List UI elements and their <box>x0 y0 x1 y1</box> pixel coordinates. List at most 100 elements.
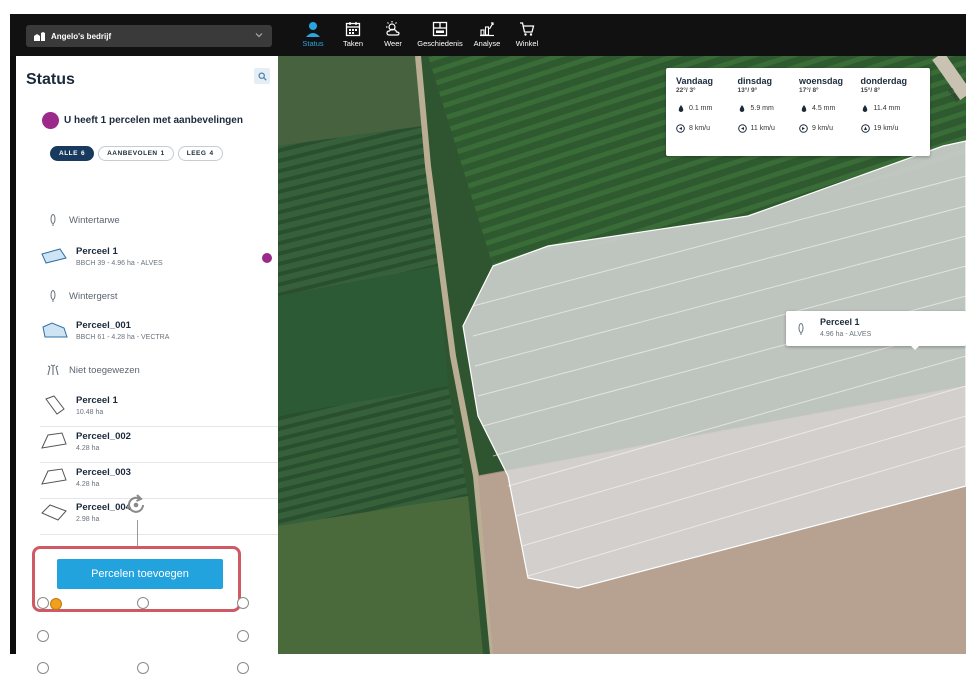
rotate-handle-icon[interactable] <box>124 493 148 517</box>
weather-wind: 11 km/u <box>737 124 800 133</box>
field-perceel-002[interactable]: Perceel_002 4.28 ha <box>40 427 278 462</box>
divider <box>40 534 278 535</box>
group-niet-toegewezen-label: Niet toegewezen <box>69 364 140 376</box>
wind-direction-icon <box>676 124 685 133</box>
weather-rain-value: 11.4 mm <box>873 105 901 112</box>
field-name: Perceel_004 <box>76 502 131 513</box>
selection-handle[interactable] <box>50 598 62 610</box>
filter-empty-count: 4 <box>209 150 214 157</box>
recommendation-dot-icon <box>42 112 59 129</box>
filter-empty-label: LEEG <box>186 150 207 157</box>
weather-rain-value: 5.9 mm <box>750 105 774 112</box>
selection-handle[interactable] <box>237 630 249 642</box>
top-bar: Angelo's bedrijf Status Taken Weer Gesch… <box>10 14 966 56</box>
nav-geschiedenis[interactable]: Geschiedenis <box>412 20 468 52</box>
field-info: 10.48 ha <box>76 409 104 416</box>
filter-all-count: 6 <box>80 150 86 157</box>
barley-icon <box>50 290 56 302</box>
raindrop-icon <box>678 104 683 112</box>
satellite-map[interactable]: Bero Vandaag 22°/ 3° 0.1 mm 8 km/u dinsd… <box>278 56 966 654</box>
weather-rain: 5.9 mm <box>738 104 800 113</box>
group-wintergerst-label: Wintergerst <box>69 290 118 302</box>
company-selector[interactable]: Angelo's bedrijf <box>26 25 272 47</box>
wind-direction-icon <box>860 124 870 133</box>
nav-analyse[interactable]: Analyse <box>466 20 508 52</box>
field-shape-icon <box>41 468 67 485</box>
wind-direction-icon <box>799 124 808 133</box>
history-icon <box>432 21 448 37</box>
filter-recommended[interactable]: AANBEVOLEN 1 <box>98 146 174 161</box>
weather-day: Vandaag 22°/ 3° 0.1 mm 8 km/u <box>676 76 738 156</box>
weather-rain-value: 4.5 mm <box>812 105 836 112</box>
selection-handle[interactable] <box>237 597 249 609</box>
raindrop-icon <box>739 104 745 112</box>
search-button[interactable] <box>254 68 270 84</box>
field-shape-icon <box>41 248 67 264</box>
nav-status[interactable]: Status <box>292 20 334 52</box>
weather-wind-value: 8 km/u <box>689 125 711 132</box>
popup-parcel-name: Perceel 1 <box>820 317 860 327</box>
filter-all-label: ALLE <box>59 150 78 157</box>
field-name: Perceel 1 <box>76 395 118 406</box>
weather-day: woensdag 17°/ 8° 4.5 mm 9 km/u <box>799 76 861 156</box>
weather-forecast-card[interactable]: Vandaag 22°/ 3° 0.1 mm 8 km/u dinsdag 13… <box>666 68 930 156</box>
field-perceel-004[interactable]: Perceel_004 2.98 ha <box>40 498 278 533</box>
unassigned-crop-icon <box>47 364 59 376</box>
field-name: Perceel_001 <box>76 320 131 331</box>
recommendation-summary[interactable]: U heeft 1 percelen met aanbevelingen <box>42 112 243 129</box>
field-shape-icon <box>42 322 68 338</box>
nav-weer-label: Weer <box>384 39 402 48</box>
filter-recommended-count: 1 <box>160 150 165 157</box>
nav-taken-label: Taken <box>342 39 363 48</box>
nav-taken[interactable]: Taken <box>332 20 374 52</box>
weather-day-name: donderdag <box>860 76 908 86</box>
weather-wind: 9 km/u <box>799 124 861 133</box>
weather-temp: 17°/ 8° <box>799 87 819 94</box>
parcel-popup[interactable]: Perceel 1 4.96 ha - ALVES <box>786 311 966 350</box>
weather-wind-value: 11 km/u <box>750 125 775 132</box>
filter-chips: ALLE 6 AANBEVOLEN 1 LEEG 4 <box>50 146 227 161</box>
weather-temp: 13°/ 9° <box>737 87 758 94</box>
wheat-icon <box>798 323 804 335</box>
calendar-icon <box>345 22 361 37</box>
nav-winkel[interactable]: Winkel <box>506 20 548 52</box>
wheat-icon <box>50 214 56 226</box>
raindrop-icon <box>862 104 868 112</box>
cart-icon <box>520 22 535 36</box>
field-name: Perceel_003 <box>76 467 131 478</box>
field-shape-icon <box>41 432 67 449</box>
filter-empty[interactable]: LEEG 4 <box>177 146 223 161</box>
field-info: BBCH 61 - 4.28 ha - VECTRA <box>76 334 170 341</box>
weather-day: dinsdag 13°/ 9° 5.9 mm 11 km/u <box>738 76 800 156</box>
selection-handle[interactable] <box>37 630 49 642</box>
selection-handle[interactable] <box>137 662 149 674</box>
weather-rain: 11.4 mm <box>861 104 923 113</box>
field-perceel-003[interactable]: Perceel_003 4.28 ha <box>40 463 278 498</box>
field-perceel-1-wintertarwe[interactable]: Perceel 1 BBCH 39 - 4.96 ha - ALVES <box>40 242 278 277</box>
nav-analyse-label: Analyse <box>473 39 501 48</box>
recommendation-dot-icon <box>262 253 272 263</box>
weather-day-name: dinsdag <box>737 76 773 86</box>
weather-day-name: woensdag <box>799 76 844 86</box>
chevron-down-icon <box>255 33 263 38</box>
selection-handle[interactable] <box>137 597 149 609</box>
filter-all[interactable]: ALLE 6 <box>50 146 95 161</box>
nav-geschiedenis-label: Geschiedenis <box>417 39 463 48</box>
nav-weer[interactable]: Weer <box>372 20 414 52</box>
field-info: 2.98 ha <box>76 516 100 523</box>
raindrop-icon <box>801 104 806 112</box>
nav-status-label: Status <box>302 39 324 48</box>
field-perceel-1-unassigned[interactable]: Perceel 1 10.48 ha <box>40 391 278 426</box>
selection-handle[interactable] <box>37 597 49 609</box>
selection-handle[interactable] <box>237 662 249 674</box>
weather-wind: 8 km/u <box>676 124 738 133</box>
status-icon <box>306 22 320 37</box>
recommendation-text: U heeft 1 percelen met aanbevelingen <box>64 115 243 126</box>
field-perceel-001[interactable]: Perceel_001 BBCH 61 - 4.28 ha - VECTRA <box>40 316 278 351</box>
selection-handle[interactable] <box>37 662 49 674</box>
main-nav: Status Taken Weer Geschiedenis Analyse W… <box>292 20 546 52</box>
add-parcels-button[interactable]: Percelen toevoegen <box>57 559 223 589</box>
popup-tail <box>910 345 920 350</box>
popup-parcel-info: 4.96 ha - ALVES <box>820 331 872 338</box>
filter-recommended-label: AANBEVOLEN <box>107 150 158 157</box>
